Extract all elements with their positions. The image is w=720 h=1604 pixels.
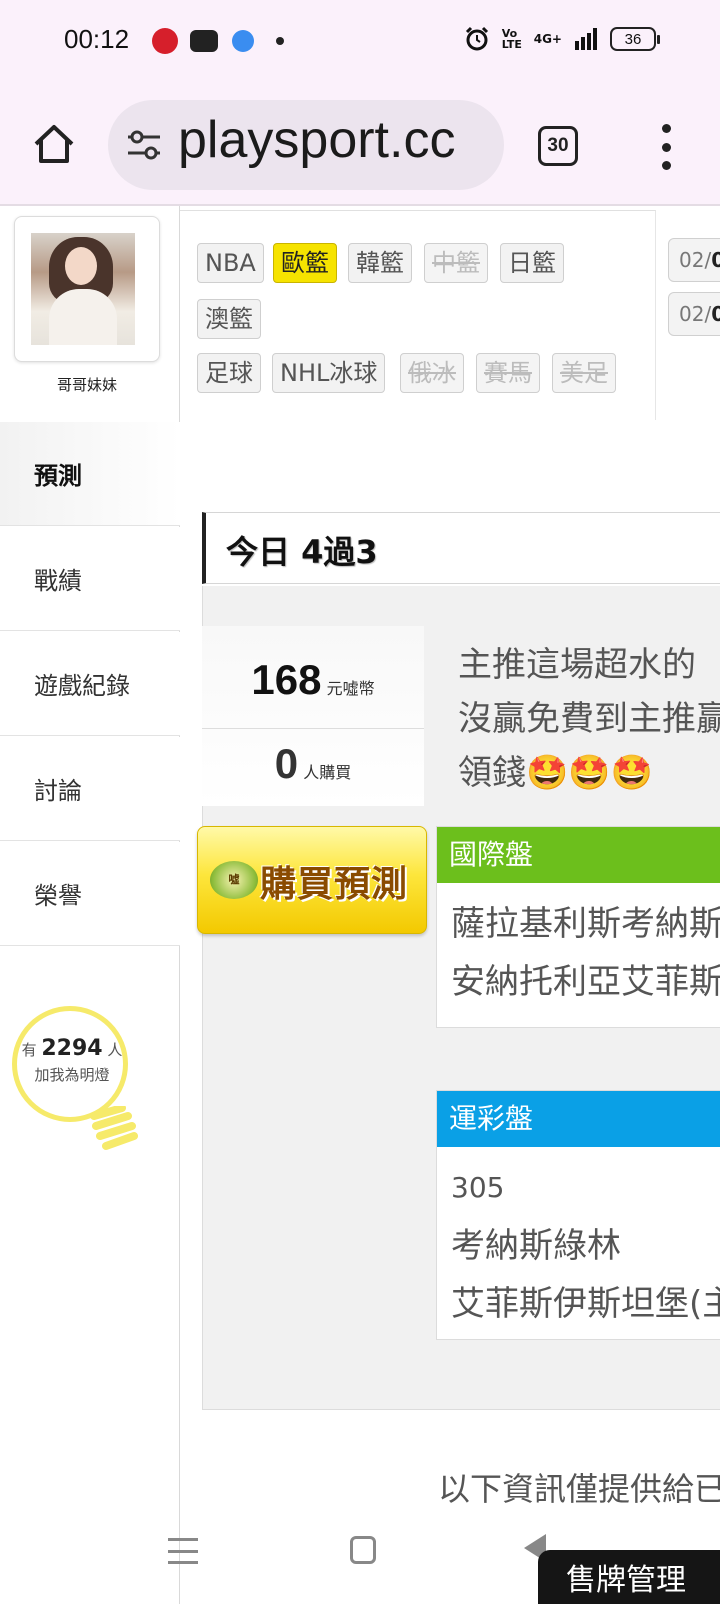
bulb-base-icon	[90, 1106, 138, 1150]
buyer-count: 0	[274, 740, 299, 787]
address-bar[interactable]: playsport.cc	[108, 100, 504, 190]
date-tab[interactable]: 02/0	[668, 238, 720, 282]
international-market-header: 國際盤	[437, 827, 720, 883]
price-unit: 元噓幣	[326, 679, 375, 698]
league-tag-australia-basketball[interactable]: 澳籃	[197, 299, 261, 339]
date-tab[interactable]: 02/0	[668, 292, 720, 336]
team-name: 艾菲斯伊斯坦堡(主	[451, 1284, 720, 1324]
url-text[interactable]: playsport.cc	[178, 110, 455, 170]
profile-sidebar: 哥哥妹妹 預測 戰績 遊戲紀錄 討論 榮譽	[0, 206, 180, 1604]
fans-caption: 加我為明燈	[34, 1066, 110, 1084]
team-name: 考納斯綠林	[451, 1226, 621, 1266]
day-record-header: 今日 4過3	[202, 512, 720, 584]
home-icon[interactable]	[30, 120, 78, 168]
league-tag-american-football: 美足	[552, 353, 616, 393]
league-tag-korea-basketball[interactable]: 韓籃	[348, 243, 412, 283]
post-line: 領錢🤩🤩🤩	[458, 753, 654, 793]
browser-menu-icon[interactable]	[656, 124, 676, 170]
league-tag-nhl[interactable]: NHL冰球	[272, 353, 386, 393]
follow-bulb-button[interactable]: 有 2294 人 加我為明燈	[12, 1006, 138, 1156]
recent-apps-icon[interactable]	[168, 1538, 198, 1564]
league-tag-japan-basketball[interactable]: 日籃	[500, 243, 564, 283]
league-tag-nba[interactable]: NBA	[197, 243, 264, 283]
team-name: 薩拉基利斯考納斯	[451, 904, 720, 944]
lottery-market-box: 運彩盤 305 考納斯綠林 艾菲斯伊斯坦堡(主	[436, 1090, 720, 1340]
price-value: 168	[251, 656, 322, 703]
sidebar-item-game-log[interactable]: 遊戲紀錄	[0, 632, 180, 736]
volte-label: Vo LTE	[501, 27, 522, 51]
messenger-icon	[232, 30, 254, 52]
site-settings-icon[interactable]	[126, 128, 162, 162]
league-tag-euro-basketball[interactable]: 歐籃	[273, 243, 337, 283]
avatar[interactable]	[31, 233, 135, 345]
battery-level: 36	[624, 30, 642, 48]
post-line: 主推這場超水的	[458, 645, 696, 685]
tab-switcher-button[interactable]: 30	[538, 126, 578, 166]
sidebar-item-label: 戰績	[34, 567, 82, 595]
youtube-icon	[190, 30, 218, 52]
league-filter: NBA 歐籃 韓籃 中籃 日籃 澳籃 足球 NHL冰球 俄冰 賽馬 美足	[180, 210, 656, 420]
team-name: 安納托利亞艾菲斯	[451, 962, 720, 1002]
game-code: 305	[451, 1171, 505, 1204]
buyer-unit: 人購買	[303, 763, 352, 782]
status-bar: 00:12 Vo LTE 4G+ 36	[0, 0, 720, 84]
status-icons: Vo LTE 4G+ 36	[464, 26, 660, 52]
battery-icon: 36	[610, 27, 660, 51]
sidebar-item-prediction[interactable]: 預測	[0, 422, 180, 526]
buy-prediction-button[interactable]: 噓 購買預測	[197, 826, 427, 934]
buy-prediction-label: 購買預測	[260, 864, 409, 905]
league-tag-soccer[interactable]: 足球	[197, 353, 261, 393]
footer-note: 以下資訊僅提供給已	[438, 1470, 720, 1508]
clock: 00:12	[64, 24, 130, 54]
app-notification-icon	[152, 28, 178, 54]
fans-prefix: 有	[21, 1041, 37, 1059]
sidebar-item-label: 榮譽	[34, 882, 82, 910]
coin-icon: 噓	[210, 861, 258, 899]
fans-suffix: 人	[107, 1041, 123, 1059]
avatar-card[interactable]	[14, 216, 160, 362]
more-notifications-icon	[276, 37, 284, 45]
international-market-box: 國際盤 薩拉基利斯考納斯 安納托利亞艾菲斯	[436, 826, 720, 1028]
post-message: 主推這場超水的 沒贏免費到主推贏 領錢🤩🤩🤩	[458, 638, 720, 800]
post-line: 沒贏免費到主推贏	[458, 699, 720, 739]
league-tag-horse-racing: 賽馬	[476, 353, 540, 393]
sidebar-item-record[interactable]: 戰績	[0, 527, 180, 631]
seller-management-button[interactable]: 售牌管理	[538, 1550, 720, 1604]
price-panel: 168 元噓幣 0 人購買	[202, 626, 424, 806]
profile-name[interactable]: 哥哥妹妹	[0, 374, 174, 395]
browser-toolbar: playsport.cc 30	[0, 84, 720, 206]
network-type-label: 4G+	[533, 32, 562, 46]
home-nav-icon[interactable]	[350, 1536, 376, 1564]
fans-count: 2294	[41, 1036, 103, 1061]
sidebar-item-honor[interactable]: 榮譽	[0, 842, 180, 946]
sidebar-item-label: 預測	[34, 462, 82, 490]
lottery-market-header: 運彩盤	[437, 1091, 720, 1147]
league-tag-russia-hockey: 俄冰	[400, 353, 464, 393]
sidebar-item-discussion[interactable]: 討論	[0, 737, 180, 841]
sidebar-item-label: 討論	[34, 777, 82, 805]
signal-icon	[575, 28, 597, 50]
alarm-icon	[465, 26, 488, 51]
sidebar-item-label: 遊戲紀錄	[34, 672, 130, 700]
league-tag-china-basketball: 中籃	[424, 243, 488, 283]
day-record-title: 今日 4過3	[226, 533, 378, 571]
